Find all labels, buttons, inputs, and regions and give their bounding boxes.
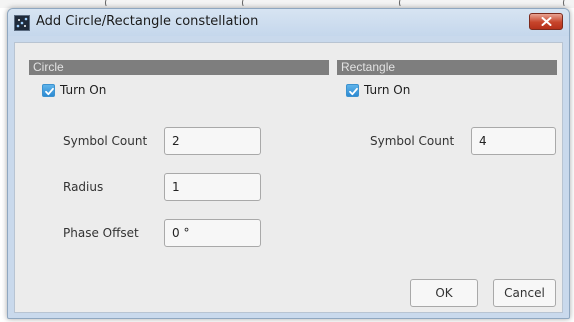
background-fragment: ( (241, 0, 245, 6)
radius-label: Radius (63, 180, 104, 194)
rectangle-turn-on-label: Turn On (364, 83, 411, 97)
background-fragment: ( (562, 0, 566, 6)
circle-symbol-count-input[interactable] (164, 127, 261, 155)
circle-section-header: Circle (29, 60, 329, 75)
phase-offset-label: Phase Offset (63, 226, 139, 240)
rectangle-symbol-count-input[interactable] (471, 127, 556, 155)
background-fragment: ( (398, 0, 402, 6)
close-button[interactable] (529, 13, 563, 30)
rectangle-section-header: Rectangle (337, 60, 557, 75)
rectangle-turn-on-checkbox[interactable]: Turn On (346, 82, 410, 98)
circle-symbol-count-label: Symbol Count (63, 134, 148, 148)
background-text: ( ( ( ( (0, 0, 574, 6)
phase-offset-input[interactable] (164, 219, 261, 247)
dialog-window: Add Circle/Rectangle constellation Circl… (7, 8, 570, 319)
circle-turn-on-checkbox[interactable]: Turn On (42, 82, 106, 98)
radius-input[interactable] (164, 173, 261, 201)
circle-turn-on-label: Turn On (60, 83, 107, 97)
dialog-content: Circle Turn On Symbol Count Radius Phase… (14, 42, 563, 313)
constellation-app-icon (14, 15, 30, 31)
close-icon (541, 17, 552, 26)
cancel-button[interactable]: Cancel (493, 279, 556, 307)
checkbox-checked-icon (42, 83, 55, 97)
title-bar[interactable]: Add Circle/Rectangle constellation (8, 9, 569, 36)
rectangle-symbol-count-label: Symbol Count (370, 134, 455, 148)
background-fragment: ( (104, 0, 108, 6)
window-title: Add Circle/Rectangle constellation (36, 14, 259, 29)
ok-button[interactable]: OK (410, 279, 478, 307)
checkbox-checked-icon (346, 83, 359, 97)
